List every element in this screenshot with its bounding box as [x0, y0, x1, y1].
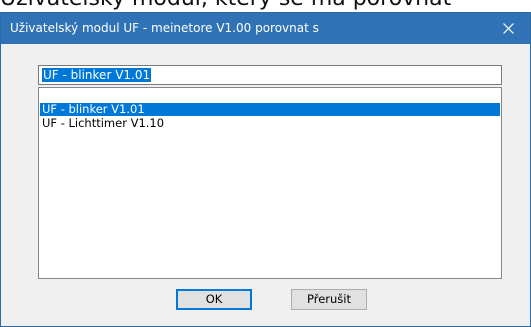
window-title: Uživatelský modul UF - meinetore V1.00 p…	[10, 21, 319, 35]
close-button[interactable]	[486, 13, 530, 44]
list-item-label: UF - blinker V1.01	[42, 102, 145, 116]
module-listbox[interactable]: UF - blinker V1.01 UF - Lichttimer V1.10	[38, 87, 502, 279]
list-item[interactable]: UF - blinker V1.01	[40, 103, 500, 116]
background-window-text: Uživatelský modul, který se má porovnat	[0, 0, 451, 11]
list-item[interactable]: UF - Lichttimer V1.10	[40, 117, 500, 130]
module-name-input-value: UF - blinker V1.01	[42, 68, 152, 82]
cancel-button[interactable]: Přerušit	[291, 289, 367, 310]
background-window-strip: Uživatelský modul, který se má porovnat	[0, 0, 531, 12]
close-icon	[502, 23, 514, 34]
ok-button[interactable]: OK	[176, 289, 252, 310]
list-item-label: UF - Lichttimer V1.10	[42, 116, 165, 130]
compare-dialog: Uživatelský modul UF - meinetore V1.00 p…	[0, 12, 531, 327]
module-name-input[interactable]: UF - blinker V1.01	[38, 65, 502, 85]
title-bar[interactable]: Uživatelský modul UF - meinetore V1.00 p…	[1, 13, 530, 44]
